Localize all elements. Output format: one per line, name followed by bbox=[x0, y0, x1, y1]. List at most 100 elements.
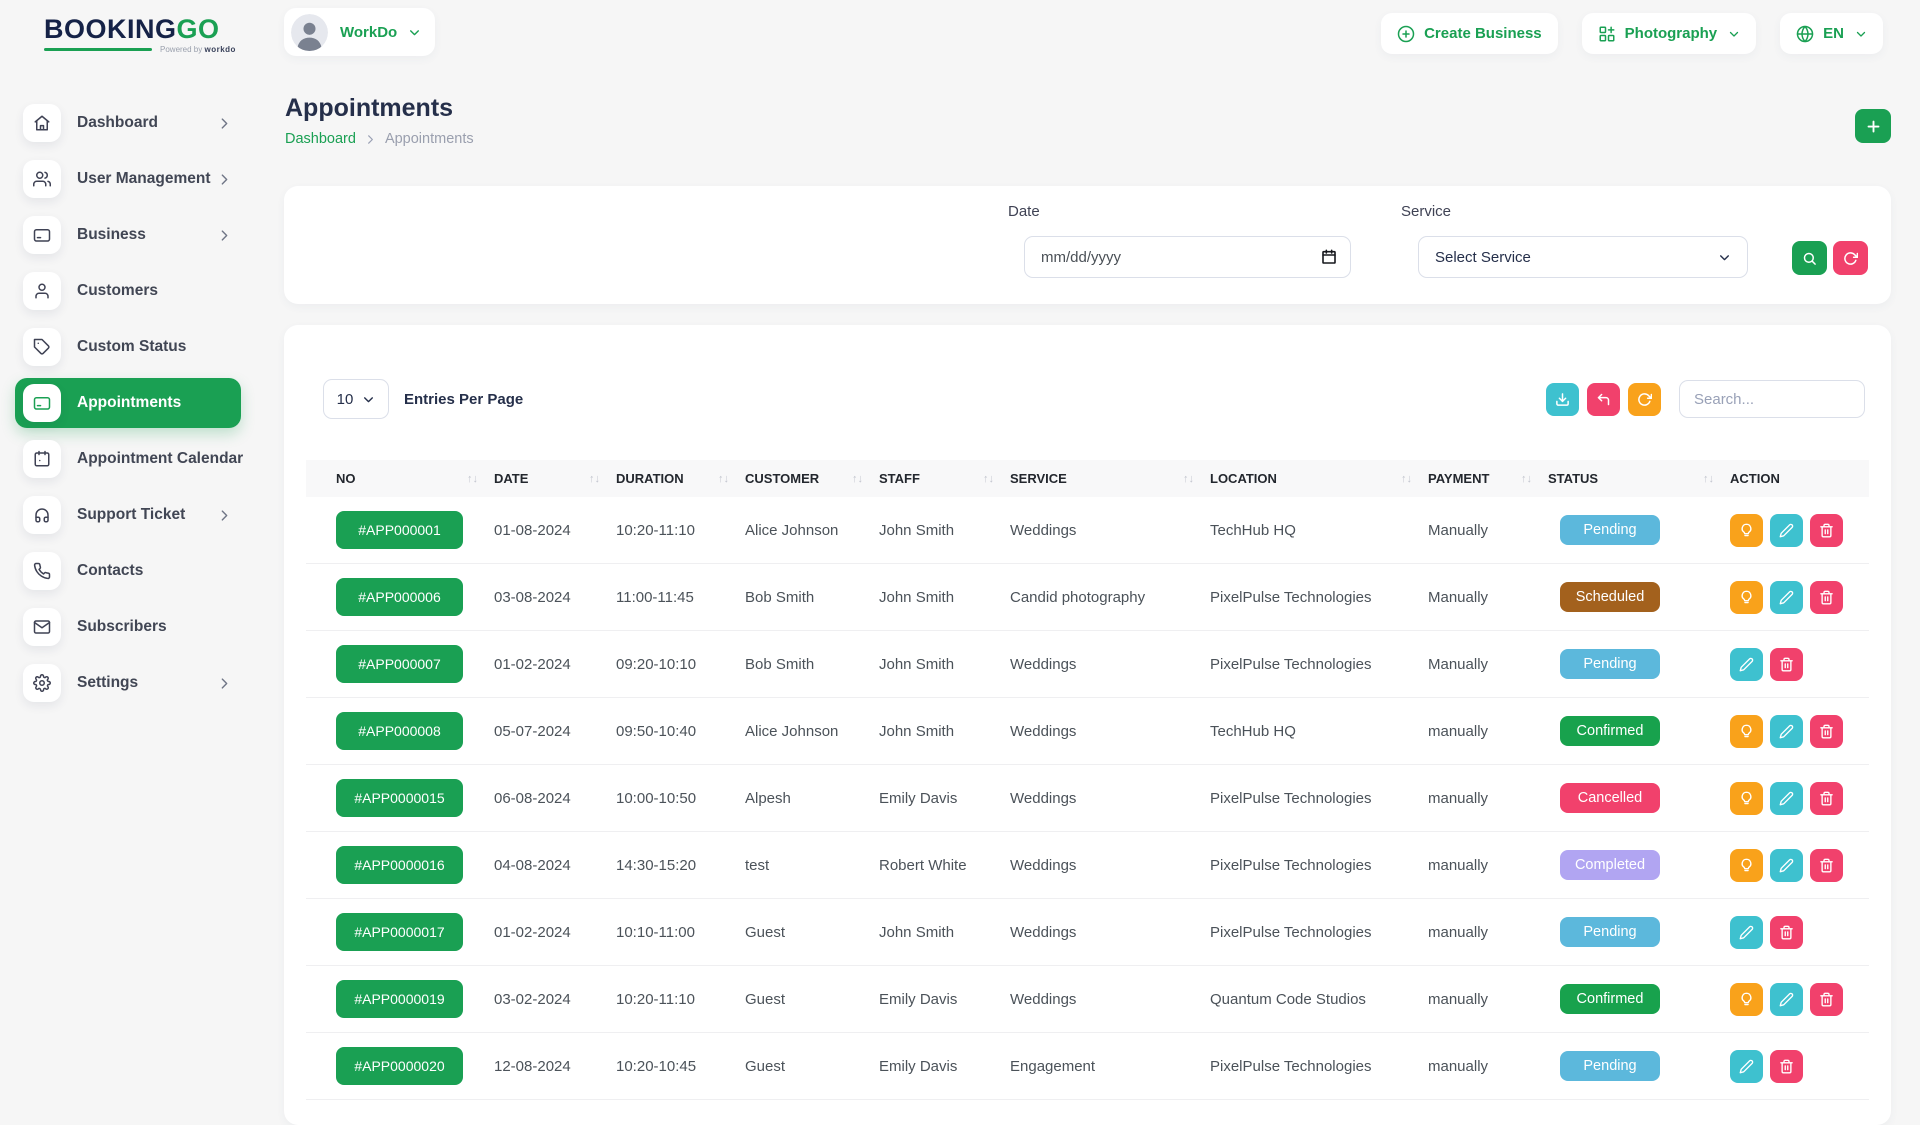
create-business-button[interactable]: Create Business bbox=[1381, 13, 1558, 54]
appointment-id-badge[interactable]: #APP000001 bbox=[336, 511, 463, 549]
cell-service: Weddings bbox=[1010, 899, 1210, 966]
cell-service: Engagement bbox=[1010, 1033, 1210, 1100]
lightbulb-action-button[interactable] bbox=[1730, 983, 1763, 1016]
date-input[interactable] bbox=[1024, 236, 1351, 278]
service-select[interactable]: Select Service bbox=[1418, 236, 1748, 278]
chevron-right-icon bbox=[365, 134, 376, 145]
export-button[interactable] bbox=[1546, 383, 1579, 416]
column-header-customer[interactable]: CUSTOMER↑↓ bbox=[745, 460, 879, 497]
column-header-staff[interactable]: STAFF↑↓ bbox=[879, 460, 1010, 497]
module-switcher-button[interactable]: Photography bbox=[1582, 13, 1757, 54]
logo[interactable]: BOOKINGGO Powered by workdo bbox=[44, 14, 244, 54]
cell-no: #APP000007 bbox=[306, 631, 494, 698]
appointment-id-badge[interactable]: #APP0000015 bbox=[336, 779, 463, 817]
sidebar-item-custom-status[interactable]: Custom Status bbox=[15, 322, 241, 372]
cell-location: PixelPulse Technologies bbox=[1210, 832, 1428, 899]
sidebar-item-user-management[interactable]: User Management bbox=[15, 154, 241, 204]
column-header-date[interactable]: DATE↑↓ bbox=[494, 460, 616, 497]
lightbulb-action-button[interactable] bbox=[1730, 782, 1763, 815]
edit-action-button[interactable] bbox=[1730, 648, 1763, 681]
edit-action-button[interactable] bbox=[1770, 983, 1803, 1016]
chevron-down-icon bbox=[1855, 28, 1867, 40]
column-header-location[interactable]: LOCATION↑↓ bbox=[1210, 460, 1428, 497]
sidebar-item-contacts[interactable]: Contacts bbox=[15, 546, 241, 596]
column-header-payment[interactable]: PAYMENT↑↓ bbox=[1428, 460, 1548, 497]
cell-status: Scheduled bbox=[1548, 564, 1730, 631]
refresh-icon bbox=[1637, 392, 1652, 407]
appointment-id-badge[interactable]: #APP000008 bbox=[336, 712, 463, 750]
cell-staff: John Smith bbox=[879, 497, 1010, 564]
cell-duration: 09:20-10:10 bbox=[616, 631, 745, 698]
cell-no: #APP0000019 bbox=[306, 966, 494, 1033]
cell-action bbox=[1730, 564, 1869, 631]
delete-action-button[interactable] bbox=[1810, 983, 1843, 1016]
chevron-right-icon bbox=[218, 509, 231, 522]
sidebar-item-appointment-calendar[interactable]: Appointment Calendar bbox=[15, 434, 241, 484]
sidebar-item-support-ticket[interactable]: Support Ticket bbox=[15, 490, 241, 540]
lightbulb-action-button[interactable] bbox=[1730, 715, 1763, 748]
appointment-id-badge[interactable]: #APP000006 bbox=[336, 578, 463, 616]
language-switcher-button[interactable]: EN bbox=[1780, 13, 1883, 54]
filter-search-button[interactable] bbox=[1792, 241, 1827, 275]
sidebar-item-business[interactable]: Business bbox=[15, 210, 241, 260]
cell-duration: 10:10-11:00 bbox=[616, 899, 745, 966]
appointment-id-badge[interactable]: #APP0000017 bbox=[336, 913, 463, 951]
edit-action-button[interactable] bbox=[1770, 514, 1803, 547]
chevron-down-icon bbox=[1718, 251, 1731, 264]
lightbulb-action-button[interactable] bbox=[1730, 849, 1763, 882]
column-header-status[interactable]: STATUS↑↓ bbox=[1548, 460, 1730, 497]
appointment-id-badge[interactable]: #APP0000016 bbox=[336, 846, 463, 884]
sidebar-item-subscribers[interactable]: Subscribers bbox=[15, 602, 241, 652]
cell-payment: Manually bbox=[1428, 497, 1548, 564]
edit-action-button[interactable] bbox=[1730, 916, 1763, 949]
cell-payment: manually bbox=[1428, 1033, 1548, 1100]
edit-action-button[interactable] bbox=[1770, 782, 1803, 815]
lightbulb-action-button[interactable] bbox=[1730, 514, 1763, 547]
sidebar-item-customers[interactable]: Customers bbox=[15, 266, 241, 316]
edit-action-button[interactable] bbox=[1770, 715, 1803, 748]
lightbulb-action-button[interactable] bbox=[1730, 581, 1763, 614]
workspace-switcher[interactable]: WorkDo bbox=[284, 8, 435, 56]
main-content: WorkDo Create Business Photography EN Ap… bbox=[284, 0, 1891, 1080]
edit-action-button[interactable] bbox=[1770, 581, 1803, 614]
breadcrumb-current: Appointments bbox=[385, 131, 474, 147]
table-search-input[interactable] bbox=[1679, 380, 1865, 418]
appointment-id-badge[interactable]: #APP000007 bbox=[336, 645, 463, 683]
add-appointment-button[interactable] bbox=[1855, 109, 1891, 143]
filter-reset-button[interactable] bbox=[1833, 241, 1868, 275]
column-header-service[interactable]: SERVICE↑↓ bbox=[1010, 460, 1210, 497]
appointment-card-icon bbox=[23, 384, 61, 422]
delete-action-button[interactable] bbox=[1770, 648, 1803, 681]
appointment-id-badge[interactable]: #APP0000019 bbox=[336, 980, 463, 1018]
delete-action-button[interactable] bbox=[1770, 916, 1803, 949]
entries-per-page-select[interactable]: 10 bbox=[323, 379, 389, 419]
delete-action-button[interactable] bbox=[1810, 581, 1843, 614]
cell-payment: manually bbox=[1428, 765, 1548, 832]
cell-service: Weddings bbox=[1010, 631, 1210, 698]
delete-action-button[interactable] bbox=[1810, 849, 1843, 882]
appointments-panel: 10 Entries Per Page bbox=[284, 325, 1891, 1125]
edit-action-button[interactable] bbox=[1730, 1050, 1763, 1083]
edit-action-button[interactable] bbox=[1770, 849, 1803, 882]
sidebar-item-appointments[interactable]: Appointments bbox=[15, 378, 241, 428]
breadcrumb-link-dashboard[interactable]: Dashboard bbox=[285, 131, 356, 147]
delete-action-button[interactable] bbox=[1770, 1050, 1803, 1083]
delete-action-button[interactable] bbox=[1810, 782, 1843, 815]
sidebar-item-settings[interactable]: Settings bbox=[15, 658, 241, 708]
delete-action-button[interactable] bbox=[1810, 514, 1843, 547]
cell-date: 05-07-2024 bbox=[494, 698, 616, 765]
table-actions bbox=[1538, 380, 1865, 418]
column-header-no[interactable]: NO↑↓ bbox=[306, 460, 494, 497]
cell-staff: Emily Davis bbox=[879, 765, 1010, 832]
reload-button[interactable] bbox=[1628, 383, 1661, 416]
cell-staff: Emily Davis bbox=[879, 1033, 1010, 1100]
column-header-action: ACTION bbox=[1730, 460, 1869, 497]
column-header-duration[interactable]: DURATION↑↓ bbox=[616, 460, 745, 497]
undo-button[interactable] bbox=[1587, 383, 1620, 416]
cell-duration: 14:30-15:20 bbox=[616, 832, 745, 899]
appointment-id-badge[interactable]: #APP0000020 bbox=[336, 1047, 463, 1085]
sidebar-item-dashboard[interactable]: Dashboard bbox=[15, 98, 241, 148]
chevron-right-icon bbox=[218, 173, 231, 186]
tag-icon bbox=[23, 328, 61, 366]
delete-action-button[interactable] bbox=[1810, 715, 1843, 748]
